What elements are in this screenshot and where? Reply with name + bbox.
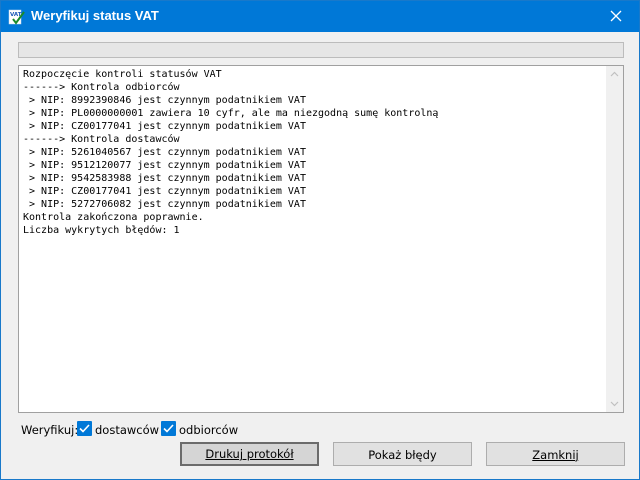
- scroll-up-icon[interactable]: [606, 66, 623, 83]
- log-lines: Rozpoczęcie kontroli statusów VAT ------>…: [23, 68, 601, 237]
- vertical-scrollbar[interactable]: [606, 66, 623, 412]
- log-line: ------> Kontrola odbiorców: [23, 82, 180, 93]
- log-line: ------> Kontrola dostawców: [23, 134, 180, 145]
- log-line: > NIP: 8992390846 jest czynnym podatniki…: [23, 95, 306, 106]
- print-protocol-button[interactable]: Drukuj protokół: [180, 442, 319, 466]
- dostawcow-checkbox[interactable]: [77, 421, 92, 436]
- print-protocol-label: Drukuj protokół: [205, 447, 294, 461]
- log-line: Rozpoczęcie kontroli statusów VAT: [23, 69, 222, 80]
- close-button[interactable]: Zamknij: [486, 442, 625, 466]
- close-icon[interactable]: [593, 1, 639, 32]
- show-errors-label: Pokaż błędy: [368, 448, 437, 462]
- log-line: Kontrola zakończona poprawnie.: [23, 212, 204, 223]
- title-bar[interactable]: VAT Weryfikuj status VAT: [1, 1, 639, 32]
- log-line: > NIP: 5272706082 jest czynnym podatniki…: [23, 199, 306, 210]
- log-line: > NIP: PL0000000001 zawiera 10 cyfr, ale…: [23, 108, 439, 119]
- log-line: Liczba wykrytych błędów: 1: [23, 225, 180, 236]
- progress-bar: [18, 42, 624, 58]
- verify-label: Weryfikuj:: [21, 423, 79, 437]
- dostawcow-label[interactable]: dostawców: [95, 423, 159, 437]
- log-line: > NIP: CZ00177041 jest czynnym podatniki…: [23, 186, 306, 197]
- window-title: Weryfikuj status VAT: [31, 8, 159, 23]
- log-line: > NIP: 9512120077 jest czynnym podatniki…: [23, 160, 306, 171]
- log-line: > NIP: 5261040567 jest czynnym podatniki…: [23, 147, 306, 158]
- log-line: > NIP: 9542583988 jest czynnym podatniki…: [23, 173, 306, 184]
- log-textbox[interactable]: Rozpoczęcie kontroli statusów VAT ------>…: [18, 65, 624, 413]
- log-line: > NIP: CZ00177041 jest czynnym podatniki…: [23, 121, 306, 132]
- scroll-down-icon[interactable]: [606, 395, 623, 412]
- show-errors-button[interactable]: Pokaż błędy: [333, 442, 472, 466]
- vat-app-icon: VAT: [8, 9, 25, 25]
- close-button-label: Zamknij: [532, 448, 579, 462]
- dialog-window: VAT Weryfikuj status VAT Rozpoczęcie kon…: [0, 0, 640, 480]
- odbiorcow-label[interactable]: odbiorców: [179, 423, 238, 437]
- odbiorcow-checkbox[interactable]: [161, 421, 176, 436]
- check-icon: [163, 424, 174, 433]
- check-icon: [79, 424, 90, 433]
